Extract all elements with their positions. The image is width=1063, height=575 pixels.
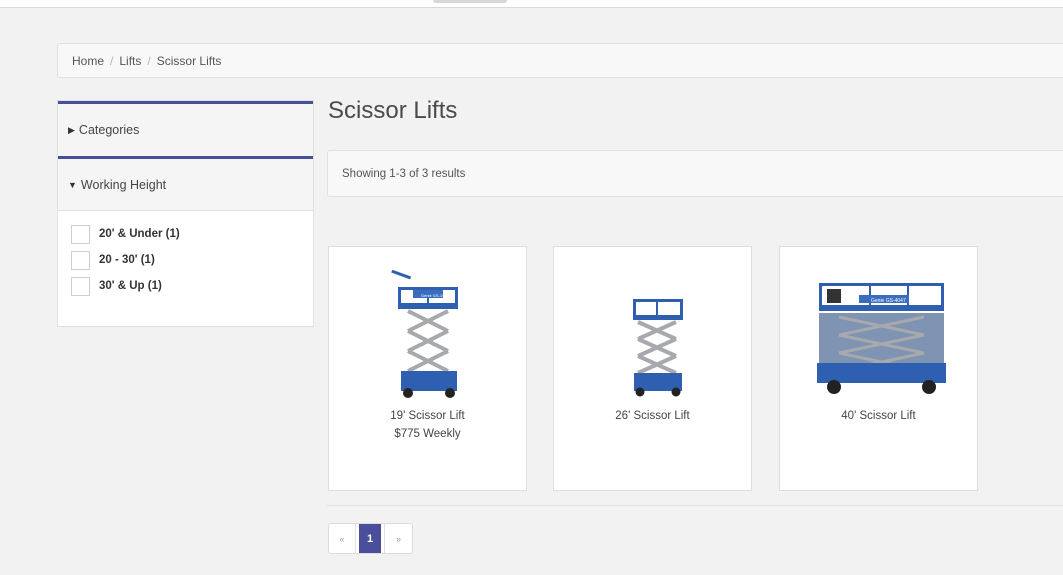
pagination-page-current[interactable]: 1 bbox=[359, 524, 381, 553]
working-height-label: Working Height bbox=[80, 177, 167, 192]
product-name[interactable]: 26' Scissor Lift bbox=[554, 410, 751, 422]
product-name[interactable]: 40' Scissor Lift bbox=[780, 410, 977, 422]
product-card[interactable]: Genie GS-1930 19' Scissor Lift $775 Week… bbox=[328, 246, 527, 491]
filter-label: 20' & Under (1) bbox=[99, 228, 180, 240]
breadcrumb-lifts-link[interactable]: Lifts bbox=[119, 54, 141, 68]
pagination-prev[interactable]: « bbox=[329, 524, 356, 553]
scissor-lift-image: Genie GS-1930 bbox=[390, 269, 458, 398]
breadcrumb-home-link[interactable]: Home bbox=[72, 54, 104, 68]
product-card[interactable]: 26' Scissor Lift bbox=[553, 246, 752, 491]
breadcrumb: Home / Lifts / Scissor Lifts bbox=[57, 43, 1063, 78]
pagination-page-wrap: 1 bbox=[356, 524, 385, 553]
caret-right-icon: ▶ bbox=[68, 124, 75, 135]
filter-option[interactable]: 20 - 30' (1) bbox=[71, 247, 313, 273]
categories-toggle[interactable]: ▶ Categories bbox=[58, 101, 313, 156]
product-name[interactable]: 19' Scissor Lift bbox=[329, 410, 526, 422]
tab-hint bbox=[433, 0, 507, 3]
caret-down-icon: ▼ bbox=[68, 179, 77, 190]
product-card[interactable]: Genie GS-4047 40' Scissor Lift bbox=[779, 246, 978, 491]
filter-option[interactable]: 30' & Up (1) bbox=[71, 273, 313, 299]
product-price: $775 Weekly bbox=[394, 428, 461, 440]
filter-label: 30' & Up (1) bbox=[99, 280, 162, 292]
filter-option[interactable]: 20' & Under (1) bbox=[71, 221, 313, 247]
browser-top-strip bbox=[0, 0, 1063, 8]
product-image[interactable] bbox=[554, 255, 751, 405]
categories-label: Categories bbox=[78, 123, 140, 137]
filter-checkbox[interactable] bbox=[71, 224, 90, 244]
pagination: « 1 » bbox=[328, 523, 413, 554]
filter-label: 20 - 30' (1) bbox=[99, 254, 155, 266]
filter-sidebar: ▶ Categories ▼ Working Height 20' & Unde… bbox=[57, 100, 314, 327]
breadcrumb-current: Scissor Lifts bbox=[156, 53, 222, 68]
product-image[interactable]: Genie GS-4047 bbox=[780, 255, 977, 405]
filter-checkbox[interactable] bbox=[71, 250, 90, 270]
scissor-lift-image: Genie GS-4047 bbox=[816, 283, 946, 394]
lift-decal: Genie GS-4047 bbox=[871, 298, 906, 304]
results-count: Showing 1-3 of 3 results bbox=[342, 167, 466, 180]
scissor-lift-image bbox=[632, 299, 683, 397]
lift-decal: Genie GS-1930 bbox=[421, 293, 450, 298]
working-height-filters: 20' & Under (1) 20 - 30' (1) 30' & Up (1… bbox=[58, 211, 313, 299]
pagination-next[interactable]: » bbox=[385, 524, 412, 553]
page-title: Scissor Lifts bbox=[328, 97, 458, 124]
breadcrumb-separator: / bbox=[147, 53, 151, 68]
filter-checkbox[interactable] bbox=[71, 276, 90, 296]
results-count-bar: Showing 1-3 of 3 results bbox=[327, 150, 1063, 197]
working-height-toggle[interactable]: ▼ Working Height bbox=[58, 156, 313, 211]
breadcrumb-separator: / bbox=[110, 53, 114, 68]
product-image[interactable]: Genie GS-1930 bbox=[329, 255, 526, 405]
divider bbox=[327, 505, 1063, 506]
